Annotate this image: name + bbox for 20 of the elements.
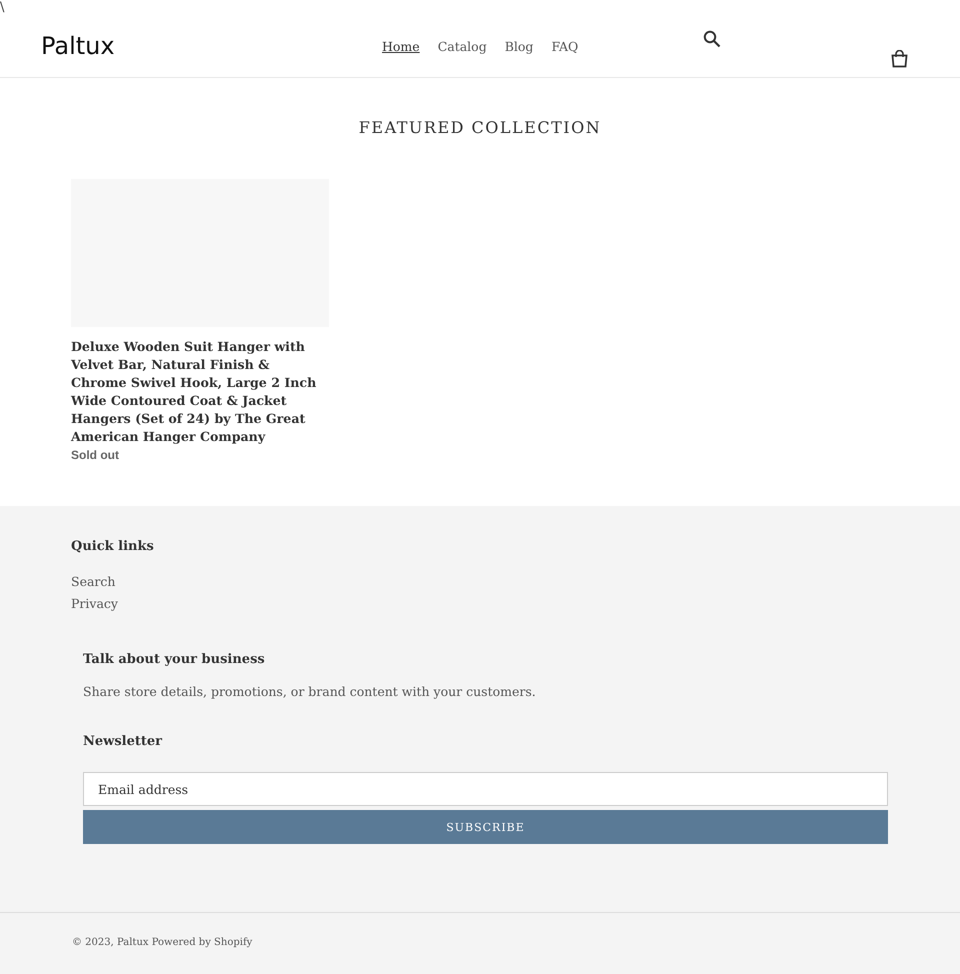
- copyright-text: © 2023, Paltux Powered by Shopify: [72, 937, 252, 948]
- product-title[interactable]: Deluxe Wooden Suit Hanger with Velvet Bar, Natural Finish & Chrome Swivel Hook, Large 2 Inch Wide Contoured Coat & Jacket Hangers (Set of 24) by The Great American Hanger Company: [71, 338, 329, 446]
- section-title: FEATURED COLLECTION: [358, 118, 602, 138]
- footer-link[interactable]: Privacy: [71, 593, 889, 615]
- nav-link[interactable]: FAQ: [551, 38, 578, 56]
- nav-link[interactable]: Home: [382, 38, 420, 56]
- footer-text: Share store details, promotions, or brand content with your customers.: [83, 684, 537, 700]
- subscribe-button[interactable]: SUBSCRIBE: [83, 810, 888, 844]
- nav-link[interactable]: Blog: [504, 38, 534, 56]
- email-field[interactable]: Email address: [83, 772, 888, 806]
- nav-link[interactable]: Catalog: [438, 38, 487, 56]
- footer-link[interactable]: Search: [71, 571, 889, 593]
- stock-status: Sold out: [71, 448, 120, 462]
- store-logo[interactable]: Paltux: [41, 31, 115, 61]
- footer-heading: Newsletter: [83, 734, 164, 750]
- shopping-bag-icon[interactable]: [891, 50, 908, 68]
- search-icon[interactable]: [703, 30, 721, 48]
- footer-heading: Talk about your business: [83, 652, 266, 668]
- footer-heading: Quick links: [71, 539, 155, 555]
- stray-character: \: [0, 0, 4, 16]
